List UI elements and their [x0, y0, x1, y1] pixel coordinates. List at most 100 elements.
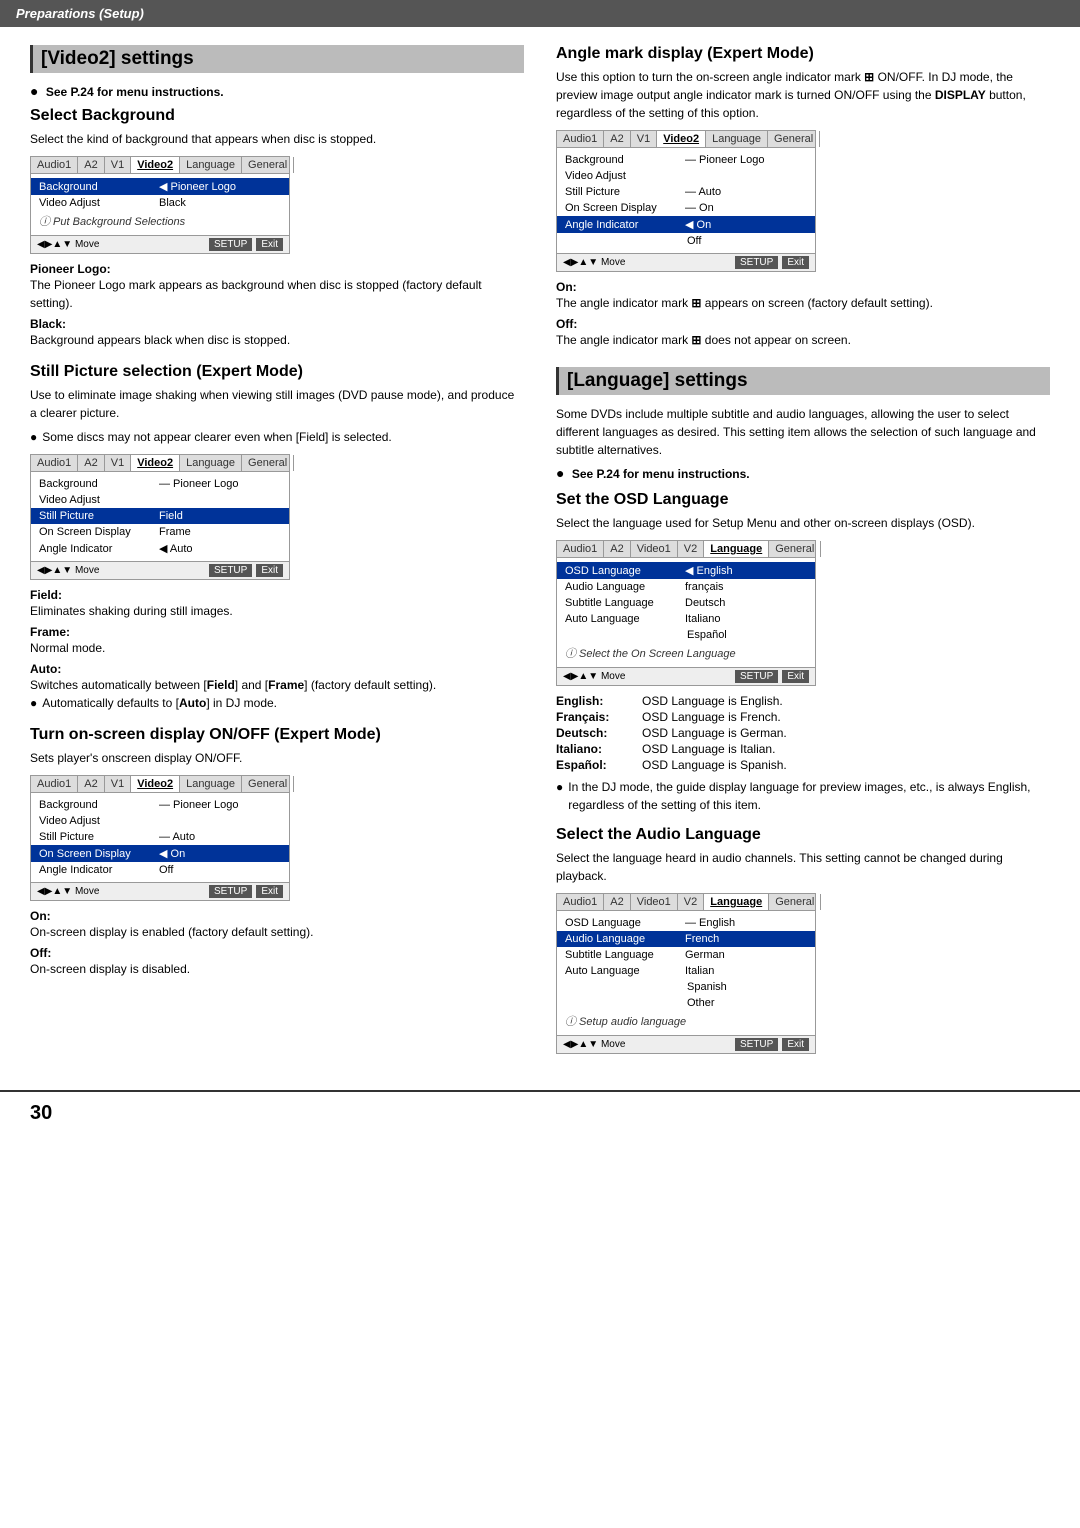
osd-menu-still: Audio1 A2 V1 Video2 Language General Bac… — [30, 454, 290, 580]
osd-tab-row: Audio1 A2 V1 Video2 Language General — [31, 157, 289, 174]
frame-text: Normal mode. — [30, 641, 105, 655]
right-column: Angle mark display (Expert Mode) Use thi… — [556, 45, 1050, 1062]
language-intro: Some DVDs include multiple subtitle and … — [556, 405, 1050, 459]
osd-tab-audio1[interactable]: Audio1 — [31, 157, 78, 173]
off-angle-text: The angle indicator mark ⊞ does not appe… — [556, 333, 851, 347]
still-picture-note: Some discs may not appear clearer even w… — [30, 428, 524, 446]
set-osd-desc: Select the language used for Setup Menu … — [556, 514, 1050, 532]
off-angle-section: Off: The angle indicator mark ⊞ does not… — [556, 317, 1050, 349]
video2-note: ● See P.24 for menu instructions. — [30, 83, 524, 99]
black-text: Background appears black when disc is st… — [30, 333, 290, 347]
off-onscreen-section: Off: On-screen display is disabled. — [30, 946, 524, 978]
osd-footer-angle: ◀▶▲▼ Move SETUP Exit — [557, 253, 815, 271]
dj-mode-note: In the DJ mode, the guide display langua… — [556, 778, 1050, 814]
osd-tab-row-onscreen: Audio1 A2 V1 Video2 Language General — [31, 776, 289, 793]
off-onscreen-text: On-screen display is disabled. — [30, 962, 190, 976]
lang-deutsch-val: OSD Language is German. — [642, 726, 1050, 740]
lang-francais-val: OSD Language is French. — [642, 710, 1050, 724]
osd-btn-exit-still[interactable]: Exit — [256, 564, 283, 577]
osd-tab-language[interactable]: Language — [180, 157, 242, 173]
osd-row-angle-still: Angle Indicator ◀ Auto — [31, 540, 289, 557]
osd-info-background: ⓘ Put Background Selections — [31, 211, 289, 231]
osd-footer-still: ◀▶▲▼ Move SETUP Exit — [31, 561, 289, 579]
pioneer-logo-label: Pioneer Logo: — [30, 262, 524, 276]
field-label: Field: — [30, 588, 524, 602]
osd-menu-audiolang: Audio1 A2 Video1 V2 Language General OSD… — [556, 893, 816, 1054]
osd-footer-btns-still: SETUP Exit — [209, 564, 283, 577]
osd-btn-exit[interactable]: Exit — [256, 238, 283, 251]
black-section: Black: Background appears black when dis… — [30, 317, 524, 349]
lang-francais-key: Français: — [556, 710, 636, 724]
osd-menu-angle: Audio1 A2 V1 Video2 Language General Bac… — [556, 130, 816, 272]
select-audio-desc: Select the language heard in audio chann… — [556, 849, 1050, 885]
black-label: Black: — [30, 317, 524, 331]
select-background-desc: Select the kind of background that appea… — [30, 130, 524, 148]
lang-espanol-key: Español: — [556, 758, 636, 772]
osd-footer-background: ◀▶▲▼ Move SETUP Exit — [31, 235, 289, 253]
osd-row-background-still: Background — Pioneer Logo — [31, 476, 289, 492]
frame-section: Frame: Normal mode. — [30, 625, 524, 657]
osd-body-osdlang: OSD Language ◀ English Audio Language fr… — [557, 558, 815, 667]
select-background-heading: Select Background — [30, 107, 524, 125]
turn-onscreen-desc: Sets player's onscreen display ON/OFF. — [30, 749, 524, 767]
osd-body-background: Background ◀ Pioneer Logo Video Adjust B… — [31, 174, 289, 235]
osd-tab-video2-still[interactable]: Video2 — [131, 455, 180, 471]
on-onscreen-label: On: — [30, 909, 524, 923]
lang-italiano-key: Italiano: — [556, 742, 636, 756]
osd-tab-a2[interactable]: A2 — [78, 157, 104, 173]
osd-tab-row-still: Audio1 A2 V1 Video2 Language General — [31, 455, 289, 472]
osd-row-onscreen-still: On Screen Display Frame — [31, 524, 289, 540]
osd-tab-a2-still[interactable]: A2 — [78, 455, 104, 471]
page-number: 30 — [0, 1090, 1080, 1135]
still-picture-desc: Use to eliminate image shaking when view… — [30, 386, 524, 422]
osd-row-videoadjust: Video Adjust Black — [31, 195, 289, 211]
on-angle-section: On: The angle indicator mark ⊞ appears o… — [556, 280, 1050, 312]
frame-label: Frame: — [30, 625, 524, 639]
on-onscreen-section: On: On-screen display is enabled (factor… — [30, 909, 524, 941]
osd-row-videoadjust-still: Video Adjust — [31, 492, 289, 508]
still-picture-heading: Still Picture selection (Expert Mode) — [30, 363, 524, 381]
set-osd-heading: Set the OSD Language — [556, 491, 1050, 509]
auto-dj-note: Automatically defaults to [Auto] in DJ m… — [30, 694, 524, 712]
osd-tab-v1[interactable]: V1 — [105, 157, 131, 173]
language-section-title: [Language] settings — [556, 367, 1050, 395]
osd-body-still: Background — Pioneer Logo Video Adjust S… — [31, 472, 289, 561]
header-label: Preparations (Setup) — [16, 6, 144, 21]
osd-footer-nav: ◀▶▲▼ Move — [37, 239, 99, 250]
osd-menu-background: Audio1 A2 V1 Video2 Language General Bac… — [30, 156, 290, 254]
angle-mark-desc: Use this option to turn the on-screen an… — [556, 68, 1050, 122]
osd-tab-video2[interactable]: Video2 — [131, 157, 180, 173]
angle-mark-heading: Angle mark display (Expert Mode) — [556, 45, 1050, 63]
turn-onscreen-heading: Turn on-screen display ON/OFF (Expert Mo… — [30, 726, 524, 744]
video2-section-title: [Video2] settings — [30, 45, 524, 73]
osd-tab-row-angle: Audio1 A2 V1 Video2 Language General — [557, 131, 815, 148]
osd-body-angle: Background — Pioneer Logo Video Adjust S… — [557, 148, 815, 253]
osd-footer-osdlang: ◀▶▲▼ Move SETUP Exit — [557, 667, 815, 685]
left-column: [Video2] settings ● See P.24 for menu in… — [30, 45, 524, 1062]
on-onscreen-text: On-screen display is enabled (factory de… — [30, 925, 313, 939]
lang-deutsch-key: Deutsch: — [556, 726, 636, 740]
lang-italiano-val: OSD Language is Italian. — [642, 742, 1050, 756]
osd-row-stillpicture: Still Picture Field — [31, 508, 289, 524]
osd-tab-general-still[interactable]: General — [242, 455, 294, 471]
osd-row-background: Background ◀ Pioneer Logo — [31, 178, 289, 195]
osd-btn-setup[interactable]: SETUP — [209, 238, 252, 251]
lang-english-val: OSD Language is English. — [642, 694, 1050, 708]
header-bar: Preparations (Setup) — [0, 0, 1080, 27]
auto-section: Auto: Switches automatically between [Fi… — [30, 662, 524, 694]
osd-tab-v1-still[interactable]: V1 — [105, 455, 131, 471]
osd-btn-setup-still[interactable]: SETUP — [209, 564, 252, 577]
off-angle-label: Off: — [556, 317, 1050, 331]
osd-menu-osdlang: Audio1 A2 Video1 V2 Language General OSD… — [556, 540, 816, 686]
osd-tab-row-osdlang: Audio1 A2 Video1 V2 Language General — [557, 541, 815, 558]
osd-tab-language-still[interactable]: Language — [180, 455, 242, 471]
on-angle-label: On: — [556, 280, 1050, 294]
osd-body-audiolang: OSD Language — English Audio Language Fr… — [557, 911, 815, 1035]
auto-label: Auto: — [30, 662, 524, 676]
lang-english-key: English: — [556, 694, 636, 708]
auto-text: Switches automatically between [Field] a… — [30, 678, 436, 692]
field-section: Field: Eliminates shaking during still i… — [30, 588, 524, 620]
osd-tab-audio1-still[interactable]: Audio1 — [31, 455, 78, 471]
lang-descriptions: English: OSD Language is English. França… — [556, 694, 1050, 772]
osd-tab-general[interactable]: General — [242, 157, 294, 173]
